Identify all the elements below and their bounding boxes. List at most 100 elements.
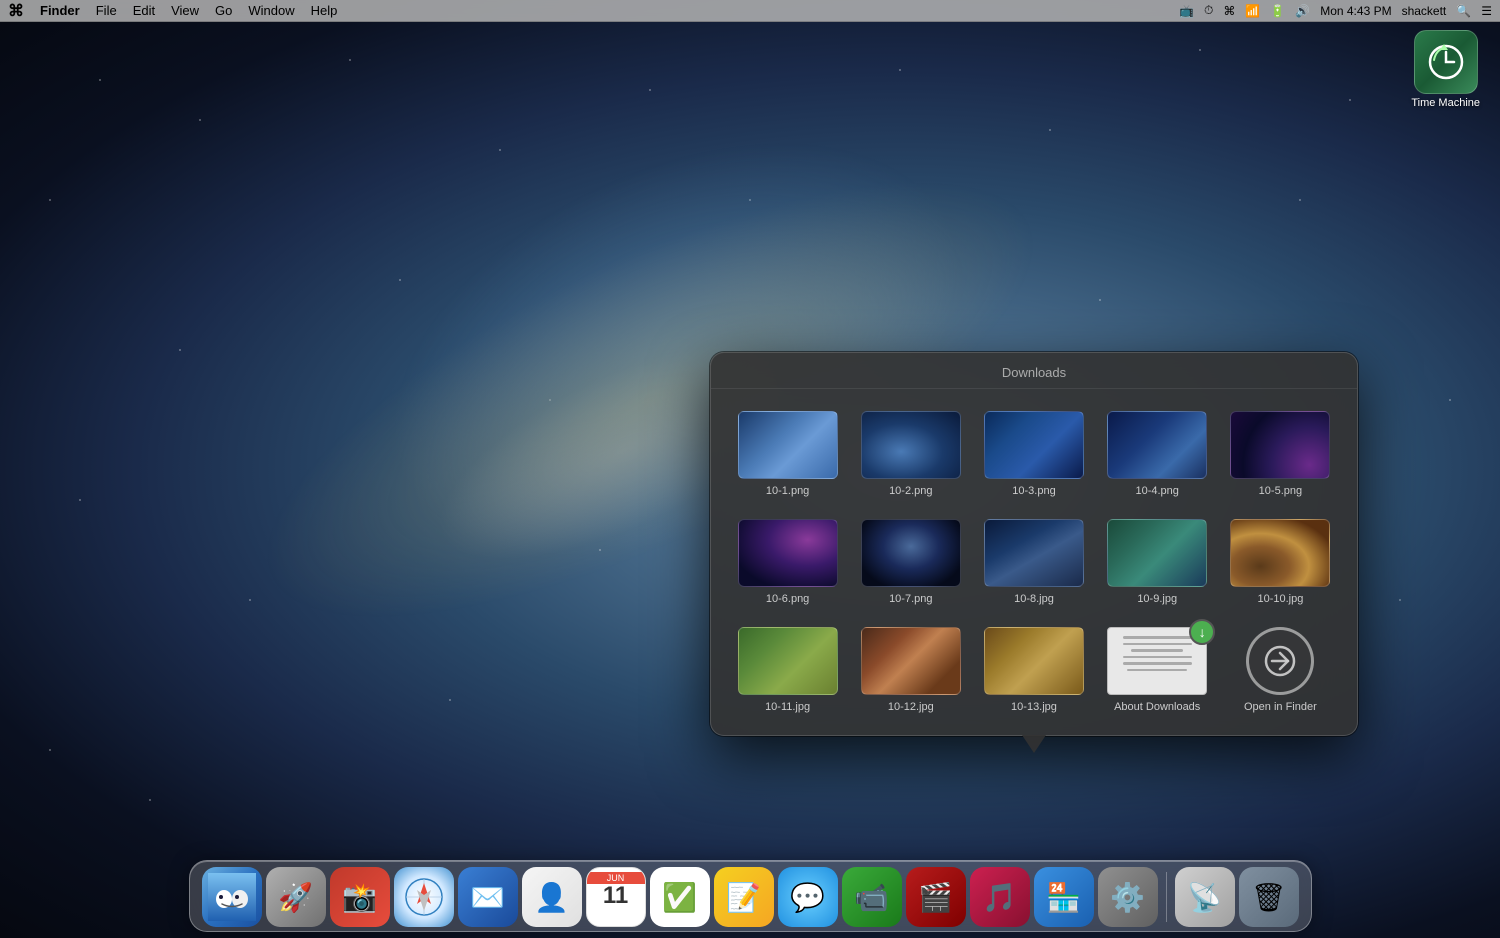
file-label-open-in-finder: Open in Finder — [1244, 701, 1317, 713]
help-menu[interactable]: Help — [311, 3, 338, 18]
dock-itunes[interactable]: 🎵 — [970, 867, 1030, 927]
file-label-9: 10-9.jpg — [1137, 593, 1177, 605]
file-label-about-downloads: About Downloads — [1114, 701, 1200, 713]
dock-safari[interactable] — [394, 867, 454, 927]
dock-app-store[interactable]: 🏪 — [1034, 867, 1094, 927]
dock-trash[interactable]: 🗑 — [1239, 867, 1299, 927]
contacts-icon-emoji: 👤 — [534, 881, 569, 914]
file-item-10[interactable]: 10-10.jpg — [1224, 513, 1337, 611]
calendar-date: 11 — [603, 884, 628, 908]
file-label-2: 10-2.png — [889, 485, 932, 497]
file-thumb-6 — [738, 519, 838, 587]
file-item-open-in-finder[interactable]: Open in Finder — [1224, 621, 1337, 719]
dock-dvd[interactable]: 🎬 — [906, 867, 966, 927]
photo-booth-icon-emoji: 📸 — [342, 881, 377, 914]
file-thumb-12 — [861, 627, 961, 695]
file-thumb-1 — [738, 411, 838, 479]
notification-icon[interactable]: ☰ — [1481, 4, 1492, 18]
file-item-6[interactable]: 10-6.png — [731, 513, 844, 611]
dock-facetime[interactable]: 📹 — [842, 867, 902, 927]
launchpad-icon-emoji: 🚀 — [278, 881, 313, 914]
file-label-1: 10-1.png — [766, 485, 809, 497]
dock-finder[interactable] — [202, 867, 262, 927]
itunes-icon-emoji: 🎵 — [982, 881, 1017, 914]
trash-icon-emoji: 🗑 — [1251, 881, 1287, 914]
app-store-icon-emoji: 🏪 — [1046, 881, 1081, 914]
dock-contacts[interactable]: 👤 — [522, 867, 582, 927]
battery-icon: 🔋 — [1270, 4, 1285, 18]
file-label-11: 10-11.jpg — [765, 701, 810, 713]
datetime: Mon 4:43 PM — [1320, 4, 1391, 18]
file-label-5: 10-5.png — [1259, 485, 1302, 497]
file-item-3[interactable]: 10-3.png — [977, 405, 1090, 503]
time-machine-icon-img — [1414, 30, 1478, 94]
time-machine-svg — [1426, 42, 1466, 82]
facetime-icon-emoji: 📹 — [854, 881, 889, 914]
file-thumb-2 — [861, 411, 961, 479]
airdrop-icon-emoji: 📡 — [1187, 881, 1222, 914]
dock-mail[interactable]: ✉️ — [458, 867, 518, 927]
file-label-7: 10-7.png — [889, 593, 932, 605]
time-tracker-icon: ⏱ — [1204, 3, 1213, 18]
file-label-6: 10-6.png — [766, 593, 809, 605]
dock-notes[interactable]: 📝 — [714, 867, 774, 927]
file-label-8: 10-8.jpg — [1014, 593, 1054, 605]
dock-calendar[interactable]: JUN 11 — [586, 867, 646, 927]
file-thumb-7 — [861, 519, 961, 587]
file-item-about-downloads[interactable]: ↓ About Downloads — [1101, 621, 1214, 719]
view-menu[interactable]: View — [171, 3, 199, 18]
safari-icon-svg — [404, 877, 444, 917]
dock-messages[interactable]: 💬 — [778, 867, 838, 927]
file-item-1[interactable]: 10-1.png — [731, 405, 844, 503]
spotlight-icon[interactable]: 🔍 — [1456, 4, 1471, 18]
dock-photo-booth[interactable]: 📸 — [330, 867, 390, 927]
sys-pref-icon-emoji: ⚙️ — [1110, 881, 1145, 914]
dock-reminders[interactable]: ✅ — [650, 867, 710, 927]
notes-icon-emoji: 📝 — [726, 881, 761, 914]
file-item-4[interactable]: 10-4.png — [1101, 405, 1214, 503]
dock-launchpad[interactable]: 🚀 — [266, 867, 326, 927]
dvd-icon-emoji: 🎬 — [918, 881, 953, 914]
finder-menu[interactable]: Finder — [40, 3, 80, 18]
file-thumb-11 — [738, 627, 838, 695]
apple-menu[interactable]: ⌘ — [8, 1, 24, 21]
file-thumb-5 — [1230, 411, 1330, 479]
file-item-8[interactable]: 10-8.jpg — [977, 513, 1090, 611]
popup-tail — [1022, 735, 1046, 753]
screen-share-icon: 📺 — [1179, 4, 1194, 18]
messages-icon-emoji: 💬 — [790, 881, 825, 914]
file-thumb-10 — [1230, 519, 1330, 587]
file-menu[interactable]: File — [96, 3, 117, 18]
file-item-11[interactable]: 10-11.jpg — [731, 621, 844, 719]
file-label-13: 10-13.jpg — [1011, 701, 1057, 713]
dock-container: 🚀 📸 — [189, 860, 1312, 932]
window-menu[interactable]: Window — [248, 3, 294, 18]
file-item-5[interactable]: 10-5.png — [1224, 405, 1337, 503]
file-item-12[interactable]: 10-12.jpg — [854, 621, 967, 719]
downloads-grid: 10-1.png 10-2.png 10-3.png 10-4.png 10-5… — [711, 389, 1357, 735]
file-item-13[interactable]: 10-13.jpg — [977, 621, 1090, 719]
go-menu[interactable]: Go — [215, 3, 232, 18]
time-machine-desktop-icon[interactable]: Time Machine — [1411, 30, 1480, 109]
finder-dock-icon-svg — [208, 873, 256, 921]
file-label-4: 10-4.png — [1135, 485, 1178, 497]
open-in-finder-arrow — [1262, 643, 1298, 679]
bluetooth-icon: ⌘ — [1223, 4, 1235, 18]
file-item-9[interactable]: 10-9.jpg — [1101, 513, 1214, 611]
downloads-popup: Downloads 10-1.png 10-2.png 10-3.png 10-… — [710, 352, 1358, 736]
file-item-2[interactable]: 10-2.png — [854, 405, 967, 503]
file-label-12: 10-12.jpg — [888, 701, 934, 713]
file-thumb-3 — [984, 411, 1084, 479]
desktop: ⌘ Finder File Edit View Go Window Help 📺… — [0, 0, 1500, 938]
edit-menu[interactable]: Edit — [133, 3, 155, 18]
dock-sys-pref[interactable]: ⚙️ — [1098, 867, 1158, 927]
time-machine-label: Time Machine — [1411, 97, 1480, 109]
username[interactable]: shackett — [1402, 4, 1447, 18]
file-item-7[interactable]: 10-7.png — [854, 513, 967, 611]
file-label-10: 10-10.jpg — [1257, 593, 1303, 605]
wifi-icon: 📶 — [1245, 4, 1260, 18]
file-label-3: 10-3.png — [1012, 485, 1055, 497]
dock-airdrop[interactable]: 📡 — [1175, 867, 1235, 927]
volume-icon: 🔊 — [1295, 4, 1310, 18]
file-thumb-13 — [984, 627, 1084, 695]
